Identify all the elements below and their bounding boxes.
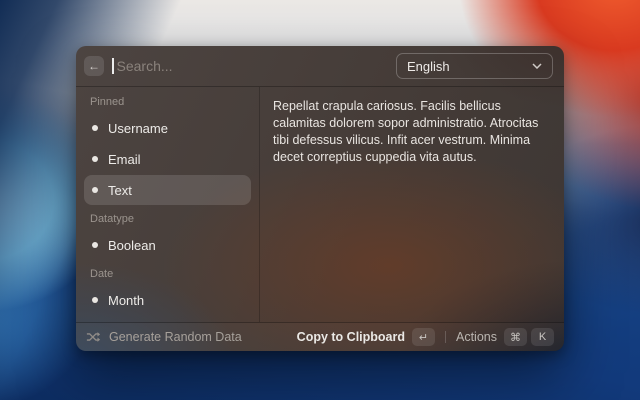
command-key-icon: ⌘ — [504, 328, 527, 346]
back-arrow-icon: ← — [88, 59, 100, 73]
action-bar: Generate Random Data Copy to Clipboard ↵… — [76, 322, 564, 351]
list-item-boolean[interactable]: Boolean — [84, 230, 251, 260]
list-item-month[interactable]: Month — [84, 285, 251, 315]
list-item-username[interactable]: Username — [84, 113, 251, 143]
actions-shortcut: ⌘ K — [504, 328, 554, 346]
preview-panel: Repellat crapula cariosus. Facilis belli… — [260, 87, 564, 322]
list-item-email[interactable]: Email — [84, 144, 251, 174]
back-button[interactable]: ← — [84, 56, 104, 76]
bullet-icon — [92, 156, 98, 162]
preview-text: Repellat crapula cariosus. Facilis belli… — [273, 99, 538, 164]
k-key-icon: K — [531, 328, 554, 346]
launcher-window: ← Search... English Pinned Username Emai… — [76, 46, 564, 351]
bullet-icon — [92, 187, 98, 193]
section-header-datatype: Datatype — [90, 213, 251, 226]
text-caret — [112, 58, 114, 74]
list-item-text[interactable]: Text — [84, 175, 251, 205]
search-input[interactable]: Search... — [117, 58, 173, 74]
bullet-icon — [92, 125, 98, 131]
copy-to-clipboard-button[interactable]: Copy to Clipboard — [297, 330, 405, 344]
actions-button[interactable]: Actions — [456, 330, 497, 344]
results-list: Pinned Username Email Text Datatype Bool… — [76, 87, 259, 322]
generate-random-data-button[interactable]: Generate Random Data — [86, 330, 242, 344]
window-body: Pinned Username Email Text Datatype Bool… — [76, 87, 564, 322]
section-header-date: Date — [90, 268, 251, 281]
enter-key-icon: ↵ — [412, 328, 435, 346]
search-bar: ← Search... English — [76, 46, 564, 87]
shuffle-icon — [86, 331, 101, 343]
footer-separator — [445, 331, 446, 343]
footer-right-actions: Copy to Clipboard ↵ Actions ⌘ K — [297, 328, 554, 346]
section-header-pinned: Pinned — [90, 96, 251, 109]
bullet-icon — [92, 242, 98, 248]
chevron-down-icon — [532, 63, 542, 69]
bullet-icon — [92, 297, 98, 303]
language-dropdown-value: English — [407, 59, 450, 74]
generate-random-data-label: Generate Random Data — [109, 330, 242, 344]
language-dropdown[interactable]: English — [396, 53, 553, 79]
